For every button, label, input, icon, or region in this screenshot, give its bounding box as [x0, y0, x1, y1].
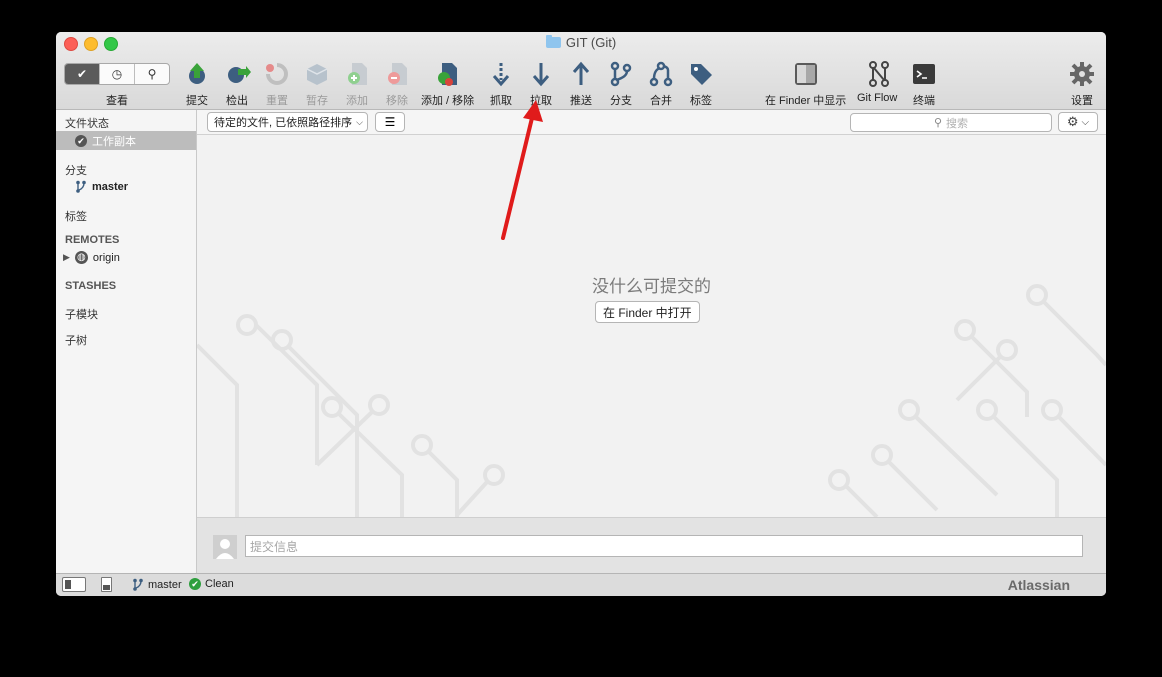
- sidebar-file-status-header: 文件状态: [65, 118, 109, 130]
- avatar: [213, 535, 237, 559]
- add-remove-icon[interactable]: [433, 60, 461, 88]
- remove-icon: [388, 63, 407, 85]
- branch-icon[interactable]: [607, 60, 635, 88]
- chevron-down-icon: ⌵: [356, 116, 363, 127]
- search-icon: ⚲: [933, 117, 943, 129]
- terminal-button[interactable]: 终端: [913, 92, 935, 108]
- branch-button[interactable]: 分支: [610, 92, 632, 108]
- user-silhouette-icon: [213, 535, 237, 559]
- search-placeholder: 搜索: [946, 117, 969, 130]
- check-circle-icon: ✔: [189, 578, 201, 590]
- window-title: GIT (Git): [56, 35, 1106, 50]
- git-flow-icon[interactable]: [865, 60, 893, 88]
- merge-icon[interactable]: [647, 60, 675, 88]
- remove-button[interactable]: 移除: [386, 92, 408, 108]
- atlassian-logo: Atlassian: [1007, 577, 1070, 593]
- git-flow-button[interactable]: Git Flow: [857, 92, 897, 104]
- file-status-pane: 没什么可提交的 在 Finder 中打开: [197, 135, 1106, 517]
- app-window: GIT (Git) ✔ ◷ ⚲ 查看 提交 检出 重置 暂存 添加 移除 添加 …: [56, 32, 1106, 596]
- list-view-button[interactable]: ☰: [375, 112, 405, 132]
- circuit-background-pattern: [197, 284, 1106, 517]
- status-clean-label: Clean: [205, 578, 234, 590]
- commit-button[interactable]: 提交: [186, 92, 208, 108]
- status-bar: master ✔ Clean Atlassian: [56, 573, 1106, 596]
- pull-button[interactable]: 拉取: [530, 92, 552, 108]
- toolbar: GIT (Git) ✔ ◷ ⚲ 查看 提交 检出 重置 暂存 添加 移除 添加 …: [56, 32, 1106, 110]
- commit-icon[interactable]: [183, 60, 211, 88]
- add-icon: [348, 63, 367, 85]
- filter-bar: 待定的文件, 已依照路径排序 ⌵ ☰ ⚲ 搜索 ⚙ ⌵: [197, 110, 1106, 135]
- status-branch-label: master: [148, 578, 182, 591]
- branch-master-label: master: [92, 180, 129, 193]
- sidebar-remotes-header: REMOTES: [65, 234, 120, 246]
- stash-button[interactable]: 暂存: [306, 92, 328, 108]
- bottom-pane-icon: [103, 585, 110, 590]
- commit-message-input[interactable]: 提交信息: [245, 535, 1083, 557]
- list-icon: ☰: [384, 115, 396, 129]
- sidebar-branches-header: 分支: [65, 165, 87, 177]
- sidebar-tags-header: 标签: [65, 211, 87, 223]
- sidebar-subtrees-header: 子树: [65, 335, 87, 347]
- add-button[interactable]: 添加: [346, 92, 368, 108]
- branch-icon: [133, 578, 143, 591]
- sidebar-item-working-copy[interactable]: ✔ 工作副本: [56, 131, 196, 150]
- sidebar-submodules-header: 子模块: [65, 309, 98, 321]
- toggle-commit-pane-button[interactable]: [101, 577, 112, 592]
- fetch-icon[interactable]: [487, 60, 515, 88]
- empty-state-message: 没什么可提交的: [592, 277, 711, 296]
- checkout-icon[interactable]: [224, 60, 252, 88]
- reset-button[interactable]: 重置: [266, 92, 288, 108]
- working-copy-label: 工作副本: [92, 136, 136, 148]
- settings-icon[interactable]: [1068, 60, 1096, 88]
- branch-icon: [76, 180, 86, 193]
- disclosure-triangle-icon[interactable]: ▶: [63, 252, 70, 263]
- globe-icon: ◍: [74, 251, 88, 264]
- stash-icon: [306, 64, 328, 85]
- commit-message-placeholder: 提交信息: [250, 539, 299, 554]
- history-view-button[interactable]: ◷: [100, 64, 135, 84]
- search-view-button[interactable]: ⚲: [135, 64, 169, 84]
- tag-icon[interactable]: [687, 60, 715, 88]
- tag-button[interactable]: 标签: [690, 92, 712, 108]
- checkout-button[interactable]: 检出: [226, 92, 248, 108]
- commit-message-bar: 提交信息: [197, 517, 1106, 574]
- reset-icon: [266, 63, 288, 85]
- settings-button[interactable]: 设置: [1071, 92, 1093, 108]
- chevron-down-icon: ⌵: [1081, 116, 1090, 128]
- search-field[interactable]: ⚲ 搜索: [850, 113, 1052, 132]
- terminal-icon[interactable]: [910, 60, 938, 88]
- status-branch: master: [132, 578, 182, 591]
- sidebar-item-origin[interactable]: ▶ ◍ origin: [63, 251, 120, 264]
- status-clean: ✔ Clean: [189, 578, 234, 590]
- sidebar-icon: [65, 580, 71, 589]
- remote-origin-label: origin: [92, 251, 120, 264]
- show-in-finder-button[interactable]: 在 Finder 中显示: [765, 92, 846, 108]
- merge-button[interactable]: 合并: [650, 92, 672, 108]
- folder-icon: [545, 35, 561, 48]
- open-in-finder-button[interactable]: 在 Finder 中打开: [595, 301, 700, 323]
- options-gear-button[interactable]: ⚙ ⌵: [1058, 112, 1098, 132]
- push-button[interactable]: 推送: [570, 92, 592, 108]
- toggle-sidebar-button[interactable]: [62, 577, 86, 592]
- sidebar-item-master[interactable]: master: [75, 180, 128, 193]
- finder-icon[interactable]: [792, 60, 820, 88]
- gear-icon: ⚙: [1066, 114, 1079, 129]
- sidebar-stashes-header: STASHES: [65, 280, 117, 292]
- fetch-button[interactable]: 抓取: [490, 92, 512, 108]
- push-icon[interactable]: [567, 60, 595, 88]
- file-filter-dropdown[interactable]: 待定的文件, 已依照路径排序 ⌵: [207, 112, 368, 132]
- add-remove-button[interactable]: 添加 / 移除: [421, 92, 474, 108]
- file-status-view-button[interactable]: ✔: [65, 64, 100, 84]
- check-circle-icon: ✔: [75, 135, 87, 147]
- view-segmented-control[interactable]: ✔ ◷ ⚲: [64, 63, 170, 85]
- sidebar: 文件状态 ✔ 工作副本 分支 master 标签 REMOTES ▶ ◍ ori…: [56, 110, 197, 574]
- file-filter-value: 待定的文件, 已依照路径排序: [214, 117, 353, 129]
- pull-icon[interactable]: [527, 60, 555, 88]
- view-label: 查看: [106, 95, 128, 107]
